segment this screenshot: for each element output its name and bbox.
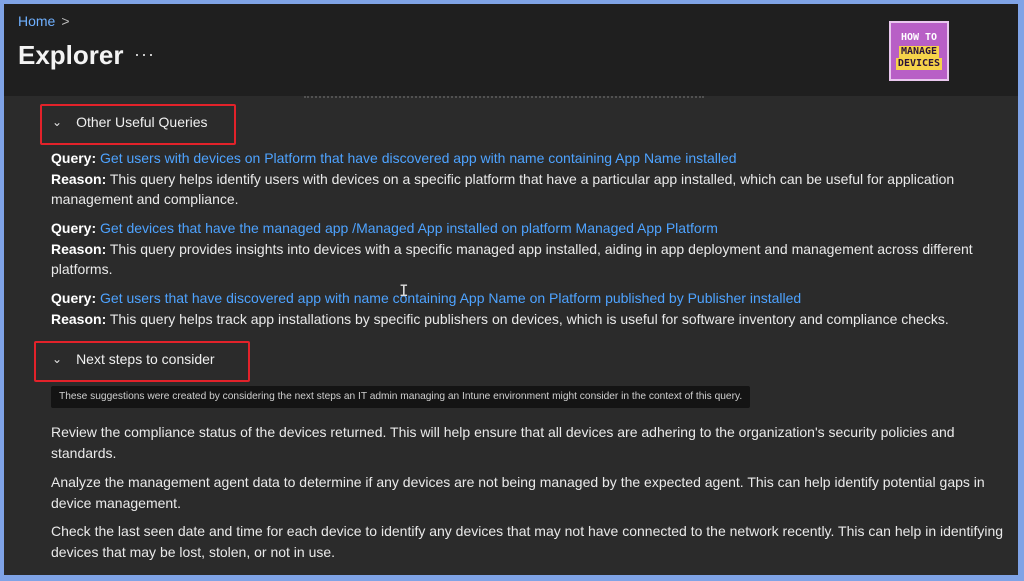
page-header: Home > Explorer ··· HOW TO MANAGE DEVICE… [4,4,1018,96]
more-options-button[interactable]: ··· [134,44,155,65]
query-label: Query: [51,290,97,306]
page-title: Explorer [18,40,124,70]
query-item: Query: Get users that have discovered ap… [51,288,1006,329]
explorer-content: ⌄ Other Useful Queries Query: Get users … [4,96,1018,575]
reason-label: Reason: [51,240,107,257]
query-label: Query: [51,220,97,236]
logo-line-3: DEVICES [895,58,943,70]
brand-logo: HOW TO MANAGE DEVICES [889,21,949,81]
section-title: Next steps to consider [76,351,215,367]
logo-line-1: HOW TO [900,32,938,43]
query-link[interactable]: Get users with devices on Platform that … [100,150,737,166]
next-step-item: Review the compliance status of the devi… [51,424,955,461]
text-cursor-icon: I [399,281,409,300]
section-title: Other Useful Queries [76,114,208,130]
app-frame: Home > Explorer ··· HOW TO MANAGE DEVICE… [4,4,1018,575]
reason-text: This query helps track app installations… [109,310,949,327]
breadcrumb: Home > [18,13,70,29]
section-header-next-steps[interactable]: ⌄ Next steps to consider [52,351,215,367]
reason-label: Reason: [51,310,107,327]
logo-line-2: MANAGE [898,46,940,58]
query-label: Query: [51,150,97,166]
suggestions-tooltip: These suggestions were created by consid… [51,386,751,408]
breadcrumb-home-link[interactable]: Home [18,13,55,29]
chevron-down-icon: ⌄ [52,115,63,129]
reason-label: Reason: [51,170,107,187]
query-link[interactable]: Get users that have discovered app with … [100,290,801,306]
chevron-down-icon: ⌄ [52,352,63,366]
next-step-item: Check the last seen date and time for ea… [51,523,1004,560]
section-header-useful-queries[interactable]: ⌄ Other Useful Queries [52,114,208,130]
clipped-text-remnant [304,96,704,101]
breadcrumb-separator: > [61,13,70,29]
query-link[interactable]: Get devices that have the managed app /M… [100,220,718,236]
reason-text: This query provides insights into device… [51,240,973,278]
reason-text: This query helps identify users with dev… [51,170,955,208]
next-step-item: Analyze the management agent data to det… [51,474,985,511]
query-item: Query: Get users with devices on Platfor… [51,148,1006,210]
query-item: Query: Get devices that have the managed… [51,218,1006,280]
